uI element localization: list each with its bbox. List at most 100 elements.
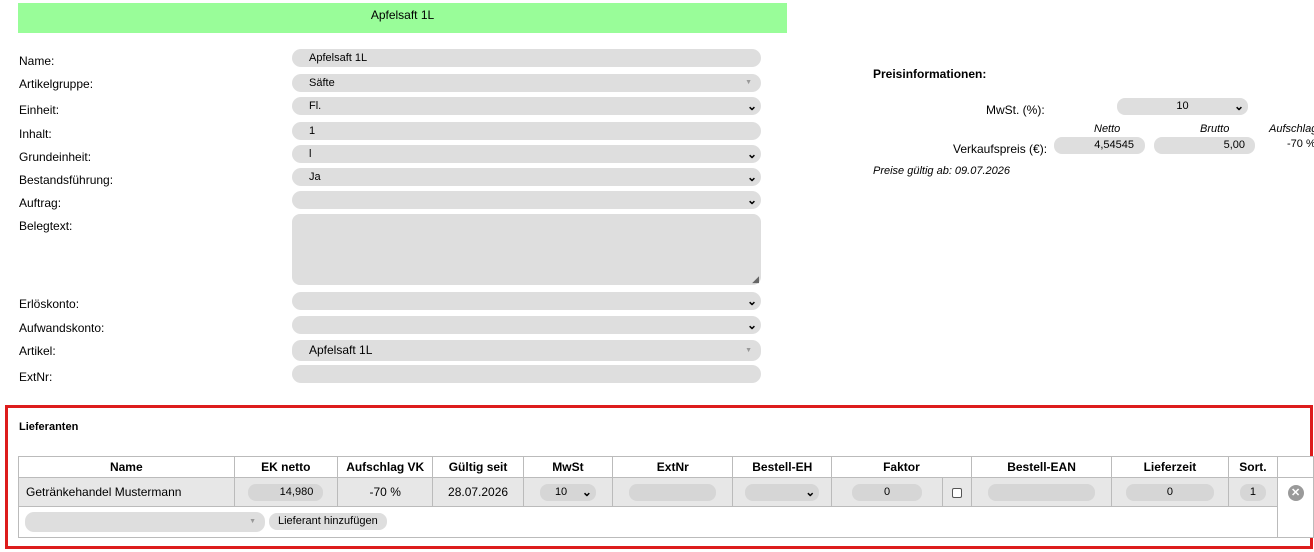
faktor-checkbox[interactable] <box>952 487 963 498</box>
chevron-down-icon: ⌄ <box>746 170 757 184</box>
belegtext-textarea[interactable]: ◢ <box>292 214 761 285</box>
add-supplier-button[interactable]: Lieferant hinzufügen <box>269 513 387 530</box>
einheit-value: Fl. <box>309 100 322 112</box>
artikelgruppe-label: Artikelgruppe: <box>19 77 94 91</box>
lieferzeit-cell: 0 <box>1111 477 1229 507</box>
faktor-checkbox-cell <box>942 477 972 507</box>
einheit-label: Einheit: <box>19 103 60 117</box>
brutto-value: 5,00 <box>1223 139 1245 151</box>
chevron-down-icon: ⌄ <box>746 294 757 308</box>
chevron-down-icon: ⌄ <box>746 318 757 332</box>
chevron-down-icon: ⌄ <box>805 484 816 499</box>
row-lieferzeit-input[interactable]: 0 <box>1125 483 1214 501</box>
gueltig-seit-cell: 28.07.2026 <box>432 477 524 507</box>
artikel-label: Artikel: <box>19 344 56 358</box>
chevron-down-icon: ⌄ <box>746 147 757 161</box>
brutto-col-header: Brutto <box>1200 123 1230 135</box>
grundeinheit-value: l <box>309 148 312 160</box>
supplier-name: Getränkehandel Mustermann <box>18 477 235 507</box>
inhalt-label: Inhalt: <box>19 127 52 141</box>
artikel-select[interactable]: Apfelsaft 1L ▼ <box>292 340 761 361</box>
chevron-down-icon: ⌄ <box>581 484 592 499</box>
aufschlag-vk-cell: -70 % <box>337 477 434 507</box>
netto-input[interactable]: 4,54545 <box>1054 137 1145 154</box>
page-title: Apfelsaft 1L <box>370 8 435 22</box>
col-sort: Sort. <box>1227 456 1279 478</box>
brutto-input[interactable]: 5,00 <box>1154 137 1255 154</box>
col-mwst: MwSt <box>522 456 614 478</box>
supplier-select[interactable]: ▼ <box>25 512 265 532</box>
dropdown-triangle-icon: ▼ <box>745 347 752 354</box>
col-lieferzeit: Lieferzeit <box>1111 456 1229 478</box>
aufschlag-value: -70 % <box>1287 138 1314 150</box>
bestandsfuehrung-select[interactable]: Ja ⌄ <box>292 168 761 186</box>
ek-netto-input[interactable]: 14,980 <box>248 483 324 501</box>
auftrag-select[interactable]: ⌄ <box>292 191 761 209</box>
chevron-down-icon: ⌄ <box>746 193 757 207</box>
artikelgruppe-value: Säfte <box>309 77 335 89</box>
resize-grip-icon[interactable]: ◢ <box>752 275 759 284</box>
ek-netto-cell: 14,980 <box>233 477 339 507</box>
table-row: Getränkehandel Mustermann 14,980 -70 % 2… <box>18 477 1314 538</box>
dropdown-triangle-icon: ▼ <box>249 518 256 525</box>
name-input[interactable]: Apfelsaft 1L <box>292 49 761 67</box>
row-mwst-select[interactable]: 10 ⌄ <box>539 483 596 501</box>
netto-value: 4,54545 <box>1094 139 1134 151</box>
col-name: Name <box>18 456 235 478</box>
col-faktor: Faktor <box>831 456 972 478</box>
verkaufspreis-label: Verkaufspreis (€): <box>953 142 1048 156</box>
price-section-title: Preisinformationen: <box>873 67 987 81</box>
name-label: Name: <box>19 54 55 68</box>
col-bestell-ean: Bestell-EAN <box>970 456 1113 478</box>
erloeskonto-label: Erlöskonto: <box>19 297 80 311</box>
row-faktor-input[interactable]: 0 <box>852 483 923 501</box>
extnr-input[interactable] <box>292 365 761 383</box>
name-value: Apfelsaft 1L <box>309 52 368 64</box>
bestandsfuehrung-label: Bestandsführung: <box>19 173 114 187</box>
einheit-select[interactable]: Fl. ⌄ <box>292 97 761 115</box>
col-ek-netto: EK netto <box>233 456 339 478</box>
mwst-select[interactable]: 10 ⌄ <box>1117 98 1248 115</box>
inhalt-value: 1 <box>309 125 316 137</box>
artikelgruppe-select[interactable]: Säfte ▼ <box>292 74 761 92</box>
auftrag-label: Auftrag: <box>19 196 62 210</box>
col-aufschlag-vk: Aufschlag VK <box>337 456 434 478</box>
aufwandskonto-label: Aufwandskonto: <box>19 321 105 335</box>
extnr-cell <box>612 477 734 507</box>
sort-cell: 1 <box>1227 477 1279 507</box>
row-extnr-input[interactable] <box>629 483 717 501</box>
row-bestell-ean-input[interactable] <box>988 483 1096 501</box>
inhalt-input[interactable]: 1 <box>292 122 761 140</box>
row-sort-input[interactable]: 1 <box>1239 483 1266 501</box>
netto-col-header: Netto <box>1094 123 1121 135</box>
row-mwst-value: 10 <box>554 485 568 498</box>
chevron-down-icon: ⌄ <box>1233 99 1244 113</box>
col-actions <box>1277 456 1314 478</box>
mwst-value: 10 <box>1176 100 1189 112</box>
belegtext-label: Belegtext: <box>19 219 73 233</box>
extnr-label: ExtNr: <box>19 370 53 384</box>
mwst-cell: 10 ⌄ <box>522 477 614 507</box>
col-gueltig-seit: Gültig seit <box>432 456 524 478</box>
grundeinheit-label: Grundeinheit: <box>19 150 92 164</box>
suppliers-title: Lieferanten <box>19 421 79 433</box>
mwst-label: MwSt. (%): <box>986 103 1045 117</box>
remove-supplier-icon[interactable]: ✕ <box>1287 485 1304 501</box>
chevron-down-icon: ⌄ <box>746 99 757 113</box>
price-valid-text: Preise gültig ab: 09.07.2026 <box>873 165 1010 177</box>
bestell-ean-cell <box>970 477 1113 507</box>
row-bestell-eh-select[interactable]: ⌄ <box>745 483 820 501</box>
grundeinheit-select[interactable]: l ⌄ <box>292 145 761 163</box>
col-bestell-eh: Bestell-EH <box>732 456 833 478</box>
dropdown-triangle-icon: ▼ <box>745 79 752 86</box>
bestandsfuehrung-value: Ja <box>309 171 321 183</box>
aufwandskonto-select[interactable]: ⌄ <box>292 316 761 334</box>
artikel-value: Apfelsaft 1L <box>309 343 373 357</box>
faktor-cell: 0 <box>831 477 944 507</box>
col-extnr: ExtNr <box>612 456 734 478</box>
page-title-bar: Apfelsaft 1L <box>18 3 787 33</box>
aufschlag-col-header: Aufschlag <box>1269 123 1314 135</box>
actions-cell: ✕ <box>1277 477 1314 538</box>
erloeskonto-select[interactable]: ⌄ <box>292 292 761 310</box>
bestell-eh-cell: ⌄ <box>732 477 833 507</box>
